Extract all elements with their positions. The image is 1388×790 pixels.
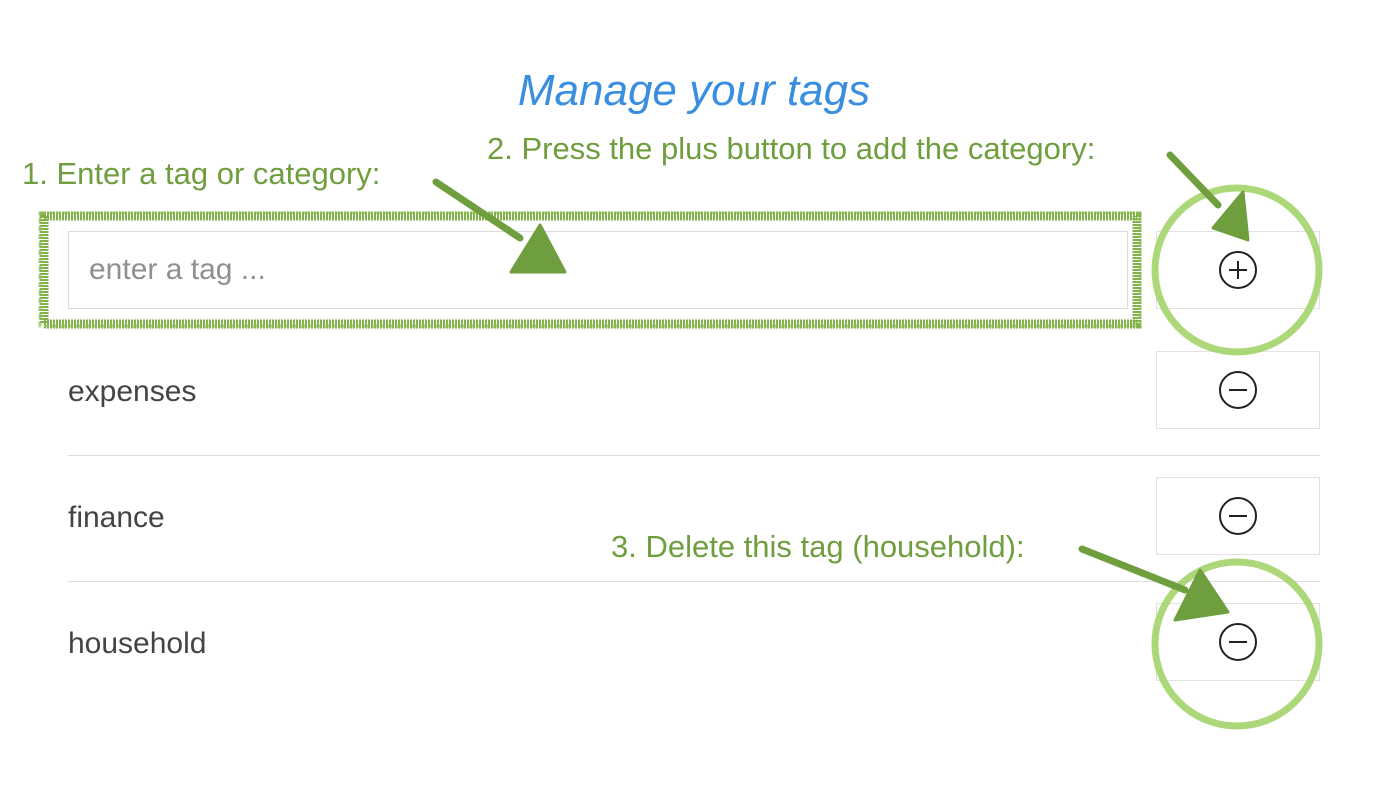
delete-tag-button[interactable] [1156,351,1320,429]
annotation-step-1: 1. Enter a tag or category: [22,156,381,191]
page-title: Manage your tags [517,66,871,115]
minus-circle-icon [1218,622,1258,662]
tag-label: household [68,627,207,660]
tag-label: expenses [68,375,197,408]
row-divider [68,581,1320,582]
tag-label: finance [68,501,165,534]
delete-tag-button[interactable] [1156,477,1320,555]
delete-tag-button[interactable] [1156,603,1320,681]
minus-circle-icon [1218,370,1258,410]
add-tag-button[interactable] [1156,231,1320,309]
minus-circle-icon [1218,496,1258,536]
plus-circle-icon [1218,250,1258,290]
annotation-step-2: 2. Press the plus button to add the cate… [487,131,1096,166]
tag-input[interactable] [69,232,1127,308]
annotation-step-3: 3. Delete this tag (household): [611,529,1025,564]
arrow-step-2 [1166,151,1250,242]
row-divider [68,455,1320,456]
tag-input-container [68,231,1128,309]
